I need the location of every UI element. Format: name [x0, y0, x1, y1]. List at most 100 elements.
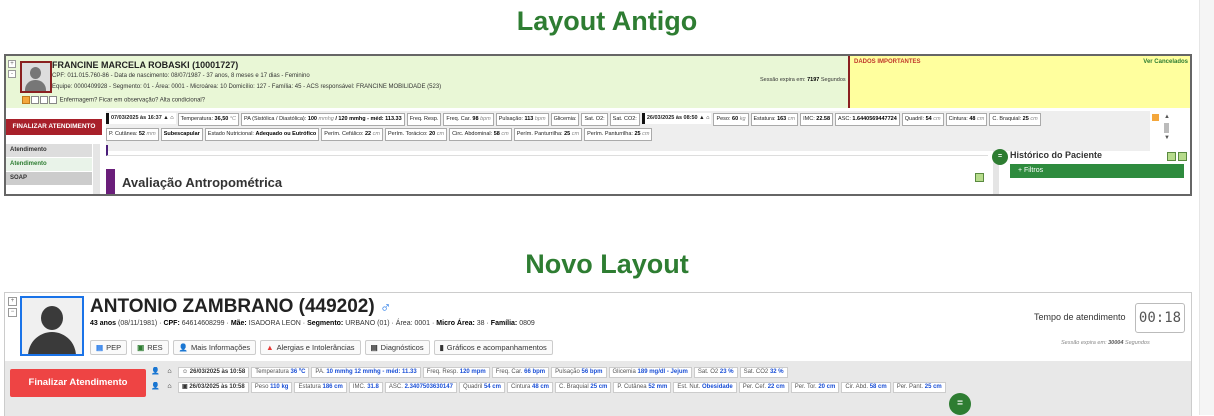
hand-icon[interactable]: [31, 96, 39, 104]
vitals-date: ☺ 26/03/2025 às 10:58: [178, 367, 250, 378]
vital-label: Per. Cef.: [742, 384, 767, 390]
add-icon[interactable]: [1178, 152, 1187, 161]
vital-value: 54: [925, 116, 932, 122]
view-cancelled-link[interactable]: Ver Cancelados: [1143, 59, 1188, 65]
vital-label: Estatura:: [753, 116, 776, 122]
flags-label: Enfermagem? Ficar em observação? Alta co…: [59, 97, 206, 104]
history-title: Histórico do Paciente: [1010, 150, 1103, 160]
vital-label: IMC:: [803, 116, 815, 122]
vital-value: 2.3407503630147: [404, 384, 453, 390]
minimize-icon[interactable]: [1167, 152, 1176, 161]
vital-label: Temperatura: [255, 369, 289, 375]
tab-label: Mais Informações: [190, 343, 251, 352]
vital-value: 52: [138, 131, 145, 137]
collapse-icon[interactable]: -: [8, 70, 16, 78]
tab-diagn-sticos[interactable]: ▤ Diagnósticos: [364, 340, 430, 355]
vital-value: 48: [969, 116, 976, 122]
vital-unit: bpm: [480, 116, 491, 122]
section-toggle-icon[interactable]: [975, 173, 984, 182]
section-accent: [106, 169, 115, 194]
vital-unit: cm: [501, 131, 509, 137]
finalize-button[interactable]: FINALIZAR ATENDIMENTO: [6, 119, 102, 135]
vital-value: 163: [777, 116, 787, 122]
expand-icon[interactable]: +: [8, 60, 16, 68]
tab-gr-ficos-e-acompanhamentos[interactable]: ▮ Gráficos e acompanhamentos: [433, 340, 553, 355]
vital-label: Sat. O2: [697, 369, 719, 375]
heading-old-layout: Layout Antigo: [516, 6, 698, 36]
sidebar-scrollbar[interactable]: [93, 144, 100, 194]
vitals-date: 07/03/2025 às 16:37 ▲ ⌂: [106, 113, 176, 124]
vitals-row: P. Cutânea: 52 mm Subescapular Estado Nut…: [106, 128, 654, 141]
finalize-button[interactable]: Finalizar Atendimento: [10, 369, 146, 397]
vital-label: Estatura: [298, 384, 321, 390]
vital-label: Freq. Resp.: [426, 369, 459, 375]
vital-value: Adequado ou Eutrófico: [255, 131, 317, 137]
vital-item: Pulsação 56 bpm: [551, 367, 607, 378]
vital-item: C. Braquial 25 cm: [555, 382, 612, 393]
tab-res[interactable]: ▣ RES: [131, 340, 169, 355]
chevron-up-icon[interactable]: ▲: [1164, 114, 1170, 120]
chevron-down-icon[interactable]: ▼: [1164, 135, 1170, 141]
vitals-row: 07/03/2025 às 16:37 ▲ ⌂ Temperatura: 36,5…: [106, 113, 1043, 126]
vital-item: PA. 10 mmhg 12 mmhg - méd: 11.33: [311, 367, 421, 378]
vital-label: Per. Pant.: [896, 384, 924, 390]
vital-label: Glicemia:: [553, 116, 577, 122]
tab-pep[interactable]: ▤ PEP: [90, 340, 128, 355]
vital-value: 23 %: [719, 369, 734, 375]
vital-unit: cm: [1030, 116, 1038, 122]
vital-item: Per. Pant. 25 cm: [892, 382, 946, 393]
home-icon[interactable]: ⌂: [164, 382, 175, 391]
expand-icon[interactable]: +: [8, 297, 17, 306]
toggle-details-button[interactable]: =: [949, 393, 971, 415]
vitals-row: 👤 ⌂ ▣ 26/03/2025 às 10:58 Peso 110 kg Estatu…: [150, 382, 1190, 393]
vital-item: Glicemia 189 mg/dl - Jejum: [608, 367, 692, 378]
tab-mais-informa-es[interactable]: 👤 Mais Informações: [172, 340, 257, 355]
important-data-title: DADOS IMPORTANTES: [854, 59, 921, 65]
tab-label: Diagnósticos: [380, 343, 424, 352]
vital-value: 58 cm: [869, 384, 887, 390]
vitals-date-text: 26/03/2025 às 08:50: [646, 115, 698, 121]
vital-value: 186 cm: [322, 384, 343, 390]
vital-unit: cm: [977, 116, 985, 122]
vital-value: 25 cm: [924, 384, 942, 390]
vital-label: Pulsação: [555, 369, 580, 375]
vital-label: Circ. Abdominal:: [452, 131, 493, 137]
vital-item: Cintura: 48 cm: [945, 113, 988, 126]
home-icon[interactable]: ⌂: [164, 367, 175, 376]
person-icon[interactable]: 👤: [150, 367, 161, 376]
vital-item: Estatura: 163 cm: [750, 113, 799, 126]
doc-icon[interactable]: [40, 96, 48, 104]
vital-item: Estado Nutricional: Adequado ou Eutrófic…: [204, 128, 320, 141]
vital-item: Quadril: 54 cm: [901, 113, 944, 126]
vital-item: ASC: 1.6440569447724: [835, 113, 900, 126]
edit-icon[interactable]: [1152, 114, 1159, 121]
vital-extra: / 120 mmhg - méd: 113.33: [335, 116, 402, 122]
vital-value: 56 bpm: [581, 369, 603, 375]
session-expiry: Sessão expira em: 30004 Segundos: [1061, 340, 1150, 346]
doc-icon: ▤: [96, 343, 104, 352]
vital-value: 31.8: [367, 384, 379, 390]
vital-item: Cir. Abd. 58 cm: [841, 382, 891, 393]
vital-item: Per. Tor. 20 cm: [790, 382, 840, 393]
scroll-thumb[interactable]: [1164, 123, 1169, 133]
filters-button[interactable]: + Filtros: [1010, 164, 1184, 178]
vital-value: 22.58: [816, 116, 831, 122]
page-scrollbar[interactable]: [1199, 0, 1214, 415]
vitals-scroll[interactable]: ▲ ▼: [1152, 114, 1176, 144]
collapse-icon[interactable]: −: [8, 308, 17, 317]
person-icon[interactable]: 👤: [150, 382, 161, 391]
vital-label: P. Cutânea: [617, 384, 647, 390]
vital-label: Freq. Car.: [495, 369, 523, 375]
sidebar-item-atendimento[interactable]: Atendimento: [6, 158, 92, 172]
attendance-time-label: Tempo de atendimento: [1034, 312, 1126, 322]
vital-value: 58: [493, 131, 500, 137]
vital-item: Perím. Cefálico: 22 cm: [321, 128, 383, 141]
vitals-date: ▣ 26/03/2025 às 10:58: [178, 382, 249, 393]
sidebar-item-atendimento-header[interactable]: Atendimento: [6, 144, 92, 158]
res-icon: ▣: [137, 343, 145, 352]
history-toggle-button[interactable]: =: [992, 149, 1008, 165]
sidebar-item-soap[interactable]: SOAP: [6, 172, 92, 186]
edit-icon[interactable]: [22, 96, 30, 104]
tab-alergias-e-intoler-ncias[interactable]: ▲ Alergias e Intolerâncias: [260, 340, 361, 355]
checkbox[interactable]: [49, 96, 57, 104]
